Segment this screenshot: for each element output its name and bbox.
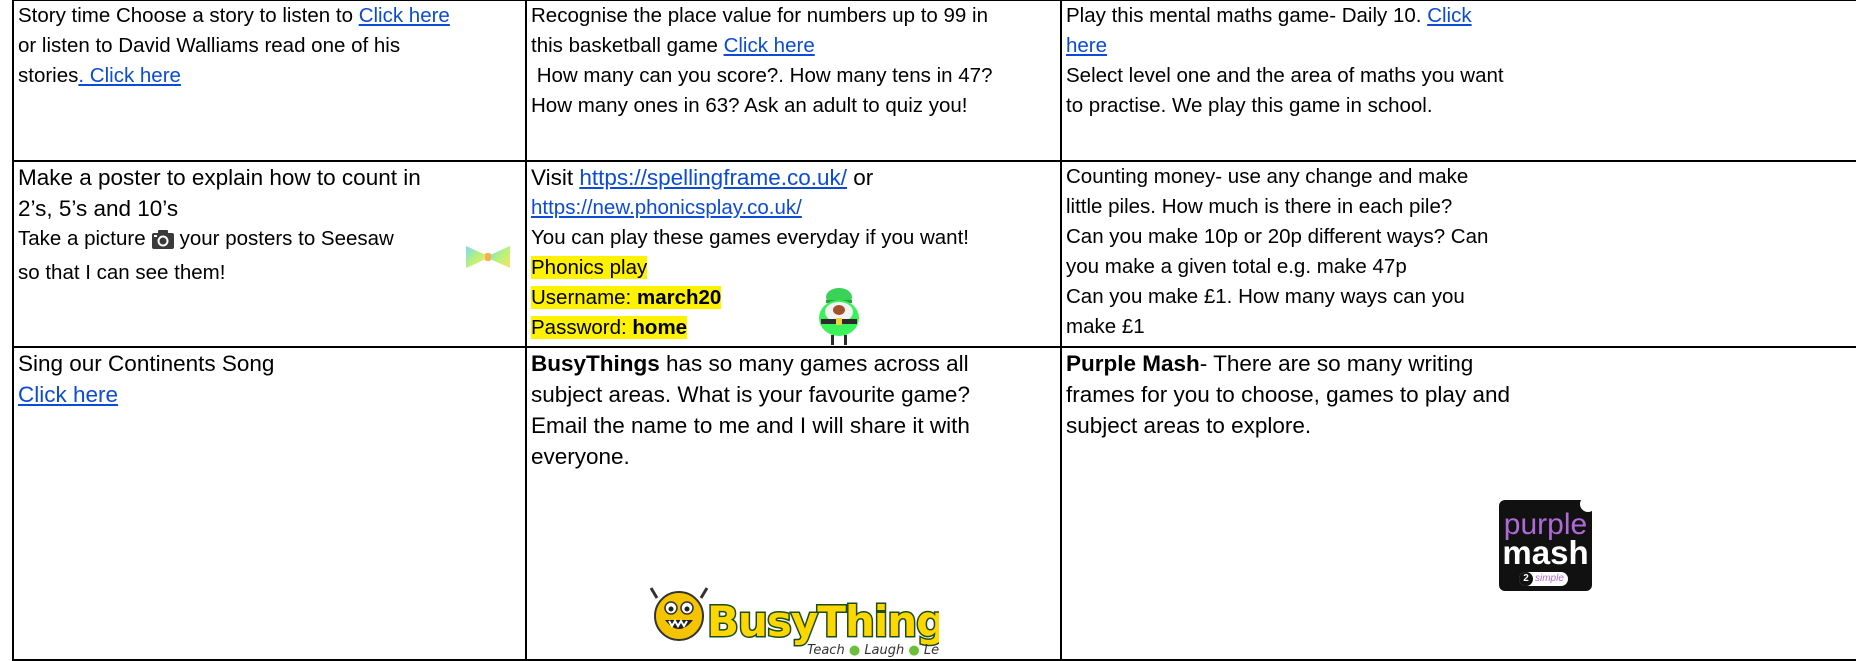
busythings-cell: BusyThings has so many games across all … bbox=[525, 345, 1062, 661]
busythings-logo-title: BusyThings bbox=[707, 597, 939, 646]
story-click-here-link[interactable]: Click here bbox=[359, 4, 450, 27]
busythings-line3: Email the name to me and I will share it… bbox=[531, 412, 970, 438]
username-label: Username: bbox=[531, 285, 637, 309]
money-line1: Counting money- use any change and make bbox=[1066, 164, 1469, 188]
mental-maths-line1: Play this mental maths game- Daily 10. bbox=[1066, 4, 1428, 27]
purplemash-cell: Purple Mash- There are so many writing f… bbox=[1060, 345, 1856, 661]
poster-line2: 2’s, 5’s and 10’s bbox=[18, 195, 179, 221]
phonics-cell: Visit https://spellingframe.co.uk/ or ht… bbox=[525, 159, 1062, 348]
money-line4: you make a given total e.g. make 47p bbox=[1066, 254, 1407, 278]
leprechaun-icon bbox=[817, 287, 861, 345]
poster-line3a: Take a picture bbox=[18, 226, 146, 250]
walliams-click-here-link[interactable]: . Click here bbox=[78, 64, 181, 87]
money-line6: make £1 bbox=[1066, 314, 1145, 338]
place-value-line3: How many can you score?. How many tens i… bbox=[531, 64, 993, 87]
busythings-line4: everyone. bbox=[531, 443, 630, 469]
purplemash-line2: frames for you to choose, games to play … bbox=[1066, 381, 1510, 407]
visit-text: Visit bbox=[531, 164, 580, 190]
purplemash-line3: subject areas to explore. bbox=[1066, 412, 1312, 438]
logo-tag-laugh: Laugh bbox=[864, 643, 904, 658]
logo-tag-teach: Teach bbox=[807, 643, 845, 658]
busythings-line1: has so many games across all bbox=[659, 350, 969, 376]
story-text: Story time Choose a story to listen to bbox=[18, 4, 359, 27]
purplemash-bold: Purple Mash bbox=[1066, 350, 1200, 376]
purplemash-line1: - There are so many writing bbox=[1199, 350, 1474, 376]
grid-row-3: Sing our Continents Song Click here Busy… bbox=[12, 345, 1856, 661]
poster-line4: so that I can see them! bbox=[18, 260, 226, 284]
grid-row-2: Make a poster to explain how to count in… bbox=[12, 159, 1856, 348]
username-value: march20 bbox=[636, 285, 722, 309]
mental-maths-cell: Play this mental maths game- Daily 10. C… bbox=[1060, 0, 1856, 162]
purplemash-logo-word2: mash bbox=[1502, 533, 1589, 571]
password-label: Password: bbox=[531, 315, 633, 339]
2simple-badge-text: simple bbox=[1535, 572, 1564, 584]
place-value-cell: Recognise the place value for numbers up… bbox=[525, 0, 1062, 162]
busythings-line2: subject areas. What is your favourite ga… bbox=[531, 381, 970, 407]
poster-line1: Make a poster to explain how to count in bbox=[18, 164, 421, 190]
daily10-here-link[interactable]: here bbox=[1066, 34, 1107, 57]
2simple-badge: 2 simple bbox=[1519, 571, 1568, 586]
spellingframe-link[interactable]: https://spellingframe.co.uk/ bbox=[579, 165, 847, 190]
daily10-click-link[interactable]: Click bbox=[1427, 4, 1471, 27]
logo-tag-learn: Learn bbox=[924, 643, 939, 658]
continents-cell: Sing our Continents Song Click here bbox=[12, 345, 527, 661]
poster-cell: Make a poster to explain how to count in… bbox=[12, 159, 527, 348]
mental-maths-line4: to practise. We play this game in school… bbox=[1066, 94, 1433, 117]
activity-grid: Story time Choose a story to listen to C… bbox=[12, 0, 1856, 661]
busythings-logo: BusyThings Teach ● Laugh ● Learn bbox=[649, 584, 972, 658]
money-cell: Counting money- use any change and make … bbox=[1060, 159, 1856, 348]
basketball-click-here-link[interactable]: Click here bbox=[724, 34, 815, 57]
money-line5: Can you make £1. How many ways can you bbox=[1066, 284, 1465, 308]
phonics-line3: You can play these games everyday if you… bbox=[531, 225, 969, 249]
svg-text:Teach ● Laugh ● Learn: Teach ● Laugh ● Learn bbox=[807, 643, 939, 658]
place-value-line1: Recognise the place value for numbers up… bbox=[531, 4, 988, 27]
story-time-cell: Story time Choose a story to listen to C… bbox=[12, 0, 527, 162]
stories-text: stories bbox=[18, 64, 79, 87]
phonics-play-label: Phonics play bbox=[531, 255, 648, 279]
2simple-badge-num: 2 bbox=[1519, 571, 1533, 586]
busythings-bold: BusyThings bbox=[531, 350, 660, 376]
money-line2: little piles. How much is there in each … bbox=[1066, 194, 1453, 218]
continents-click-here-link[interactable]: Click here bbox=[18, 382, 118, 407]
bowtie-icon bbox=[466, 244, 510, 279]
story-walliams-text: or listen to David Walliams read one of … bbox=[18, 34, 401, 57]
phonicsplay-link[interactable]: https://new.phonicsplay.co.uk/ bbox=[531, 196, 802, 219]
poster-line3b: your posters to Seesaw bbox=[179, 226, 394, 250]
place-value-line4: How many ones in 63? Ask an adult to qui… bbox=[531, 94, 968, 117]
password-value: home bbox=[632, 315, 688, 339]
purplemash-logo: purple mash 2 simple bbox=[1499, 495, 1596, 591]
camera-icon bbox=[151, 228, 174, 258]
mental-maths-line3: Select level one and the area of maths y… bbox=[1066, 64, 1504, 87]
place-value-line2: this basketball game bbox=[531, 34, 724, 57]
continents-line1: Sing our Continents Song bbox=[18, 350, 275, 376]
or-text: or bbox=[847, 164, 874, 190]
money-line3: Can you make 10p or 20p different ways? … bbox=[1066, 224, 1489, 248]
grid-row-1: Story time Choose a story to listen to C… bbox=[12, 0, 1856, 162]
